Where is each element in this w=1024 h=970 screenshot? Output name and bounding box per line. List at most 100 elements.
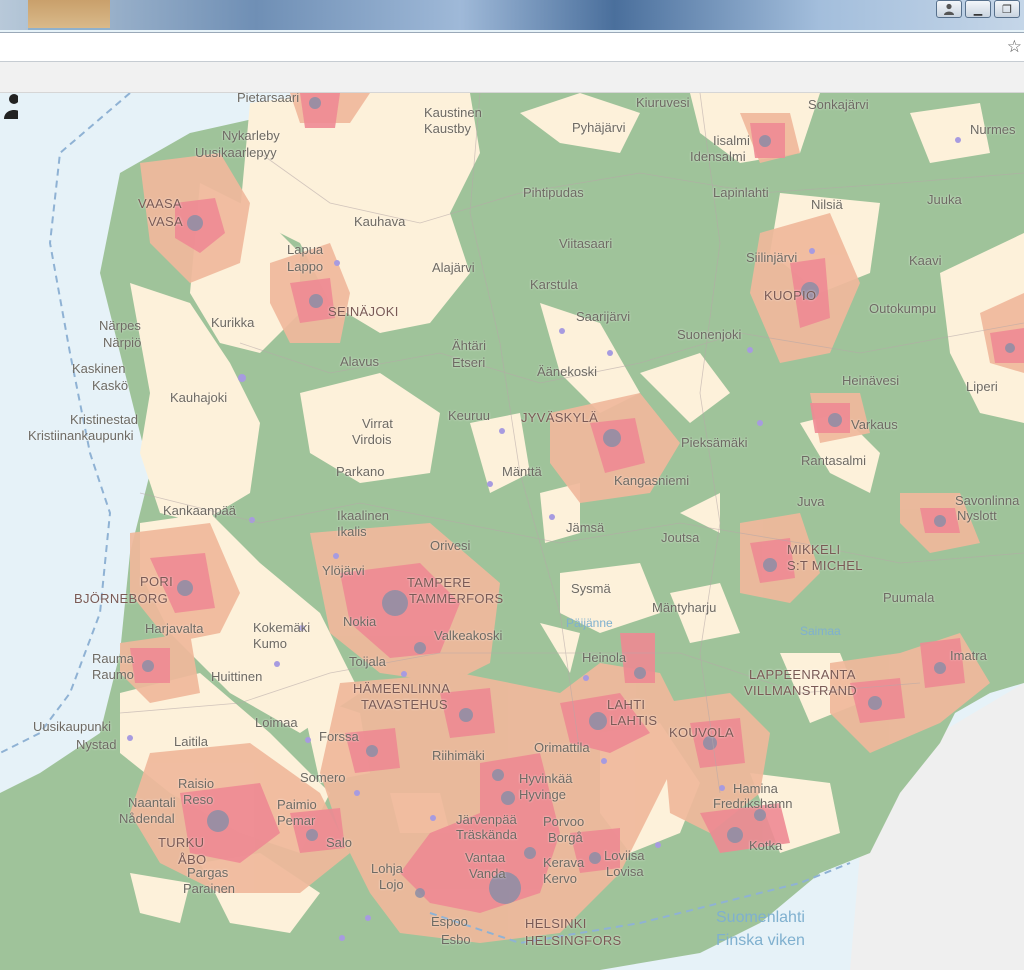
place-label-hyvinge: Hyvinge (519, 787, 566, 802)
place-label-salo: Salo (326, 835, 353, 850)
place-label-kristinestad: Kristinestad (70, 412, 138, 427)
place-label-lahtis: LAHTIS (610, 713, 658, 728)
place-label-nokia: Nokia (343, 614, 377, 629)
place-label-kauhava: Kauhava (354, 214, 406, 229)
lake-label-paijanne: Päijänne (566, 616, 613, 630)
place-label-pyhajarvi: Pyhäjärvi (572, 120, 626, 135)
place-label-nadendal: Nådendal (119, 811, 175, 826)
place-label-ahtari: Ähtäri (452, 338, 486, 353)
place-label-lohja: Lohja (371, 861, 403, 876)
place-label-siilinjarvi: Siilinjärvi (746, 250, 798, 265)
place-label-paimio: Paimio (277, 797, 317, 812)
browser-tab[interactable] (28, 0, 110, 30)
place-label-varkaus: Varkaus (851, 417, 898, 432)
place-label-kauhajoki: Kauhajoki (170, 390, 228, 405)
place-label-somero: Somero (300, 770, 346, 785)
place-label-tammerfors: TAMMERFORS (409, 591, 504, 606)
place-label-forssa: Forssa (319, 729, 359, 744)
bookmark-star-icon[interactable]: ☆ (1007, 37, 1022, 57)
place-label-st-michel: S:T MICHEL (787, 558, 863, 573)
place-label-espoo: Espoo (431, 914, 468, 929)
street-view-person-icon[interactable] (0, 93, 18, 119)
place-label-nykarleby: Nykarleby (222, 128, 280, 143)
place-label-joutsa: Joutsa (661, 530, 700, 545)
place-label-huittinen: Huittinen (211, 669, 263, 684)
place-label-pieksamaki: Pieksämäki (681, 435, 748, 450)
place-label-kotka: Kotka (749, 838, 783, 853)
place-label-pihtipudas: Pihtipudas (523, 185, 584, 200)
place-label-mikkeli: MIKKELI (787, 542, 841, 557)
place-label-orivesi: Orivesi (430, 538, 471, 553)
address-bar[interactable]: ☆ (0, 32, 1024, 62)
place-label-borga: Borgå (548, 830, 583, 845)
place-label-heinavesi: Heinävesi (842, 373, 900, 388)
place-label-esbo: Esbo (441, 932, 471, 947)
place-label-harjavalta: Harjavalta (145, 621, 204, 636)
place-label-juuka: Juuka (927, 192, 962, 207)
sea-label-suomenlahti: Suomenlahti (716, 909, 805, 926)
place-label-pargas: Pargas (187, 865, 229, 880)
place-label-raisio: Raisio (178, 776, 215, 791)
place-label-kiuruvesi: Kiuruvesi (636, 95, 690, 110)
place-label-jamsa: Jämsä (566, 520, 605, 535)
map-view[interactable]: Pietarsaari Kaustinen Kaustby Kiuruvesi … (0, 93, 1024, 970)
place-label-lahti: LAHTI (607, 697, 646, 712)
place-label-vasa: VASA (148, 214, 183, 229)
place-label-vantaa: Vantaa (465, 850, 506, 865)
place-label-uusikaupunki: Uusikaupunki (33, 719, 112, 734)
place-label-ikaalinen: Ikaalinen (337, 508, 390, 523)
place-label-kervo: Kervo (543, 871, 577, 886)
place-label-rantasalmi: Rantasalmi (801, 453, 867, 468)
place-label-mantyharju: Mäntyharju (652, 600, 717, 615)
place-label-lappeenranta: LAPPEENRANTA (749, 667, 856, 682)
place-label-fredrikshamn: Fredrikshamn (713, 796, 793, 811)
place-label-etseri: Etseri (452, 355, 486, 370)
place-label-kurikka: Kurikka (211, 315, 255, 330)
place-label-kasko: Kaskö (92, 378, 129, 393)
place-label-nilsia: Nilsiä (811, 197, 843, 212)
place-label-sysma: Sysmä (571, 581, 611, 596)
minimize-button[interactable]: ▁ (965, 0, 991, 18)
place-label-viitasaari: Viitasaari (559, 236, 613, 251)
place-label-imatra: Imatra (950, 648, 987, 663)
lake-label-saimaa: Saimaa (800, 624, 841, 638)
place-label-nystad: Nystad (76, 737, 117, 752)
place-label-loviisa: Loviisa (604, 848, 645, 863)
place-label-hyvinkaa: Hyvinkää (519, 771, 573, 786)
place-label-nyslott: Nyslott (957, 508, 997, 523)
place-label-reso: Reso (183, 792, 214, 807)
place-label-puumala: Puumala (883, 590, 935, 605)
place-label-kumo: Kumo (253, 636, 287, 651)
place-label-jyvaskyla: JYVÄSKYLÄ (521, 410, 599, 425)
place-label-uusikaarlepyy: Uusikaarlepyy (195, 145, 277, 160)
place-label-parkano: Parkano (336, 464, 385, 479)
place-label-juva: Juva (797, 494, 825, 509)
place-label-pori: PORI (140, 574, 173, 589)
place-label-vanda: Vanda (469, 866, 506, 881)
place-label-kaustby: Kaustby (424, 121, 471, 136)
restore-button[interactable]: ❐ (994, 0, 1020, 18)
sea-label-finska-viken: Finska viken (716, 932, 805, 949)
place-label-kerava: Kerava (543, 855, 585, 870)
place-label-orimattila: Orimattila (534, 740, 590, 755)
user-account-icon[interactable] (936, 0, 962, 18)
place-label-tampere: TAMPERE (407, 575, 471, 590)
place-label-kokemaki: Kokemäki (253, 620, 311, 635)
place-label-kaskinen: Kaskinen (72, 361, 126, 376)
place-label-valkeakoski: Valkeakoski (434, 628, 503, 643)
place-label-lapinlahti: Lapinlahti (713, 185, 769, 200)
place-label-aanekoski: Äänekoski (537, 364, 597, 379)
place-label-pemar: Pemar (277, 813, 316, 828)
place-label-tavastehus: TAVASTEHUS (361, 697, 448, 712)
place-label-heinola: Heinola (582, 650, 627, 665)
place-label-seinajoki: SEINÄJOKI (328, 304, 399, 319)
place-label-nurmes: Nurmes (970, 122, 1016, 137)
place-label-ylojarvi: Ylöjärvi (322, 563, 365, 578)
place-label-keuruu: Keuruu (448, 408, 490, 423)
place-label-raumo: Raumo (92, 667, 134, 682)
place-label-saarijarvi: Saarijärvi (576, 309, 631, 324)
place-label-karstula: Karstula (530, 277, 578, 292)
place-label-mantta: Mänttä (502, 464, 542, 479)
place-label-outokumpu: Outokumpu (869, 301, 937, 316)
place-label-ikalis: Ikalis (337, 524, 367, 539)
